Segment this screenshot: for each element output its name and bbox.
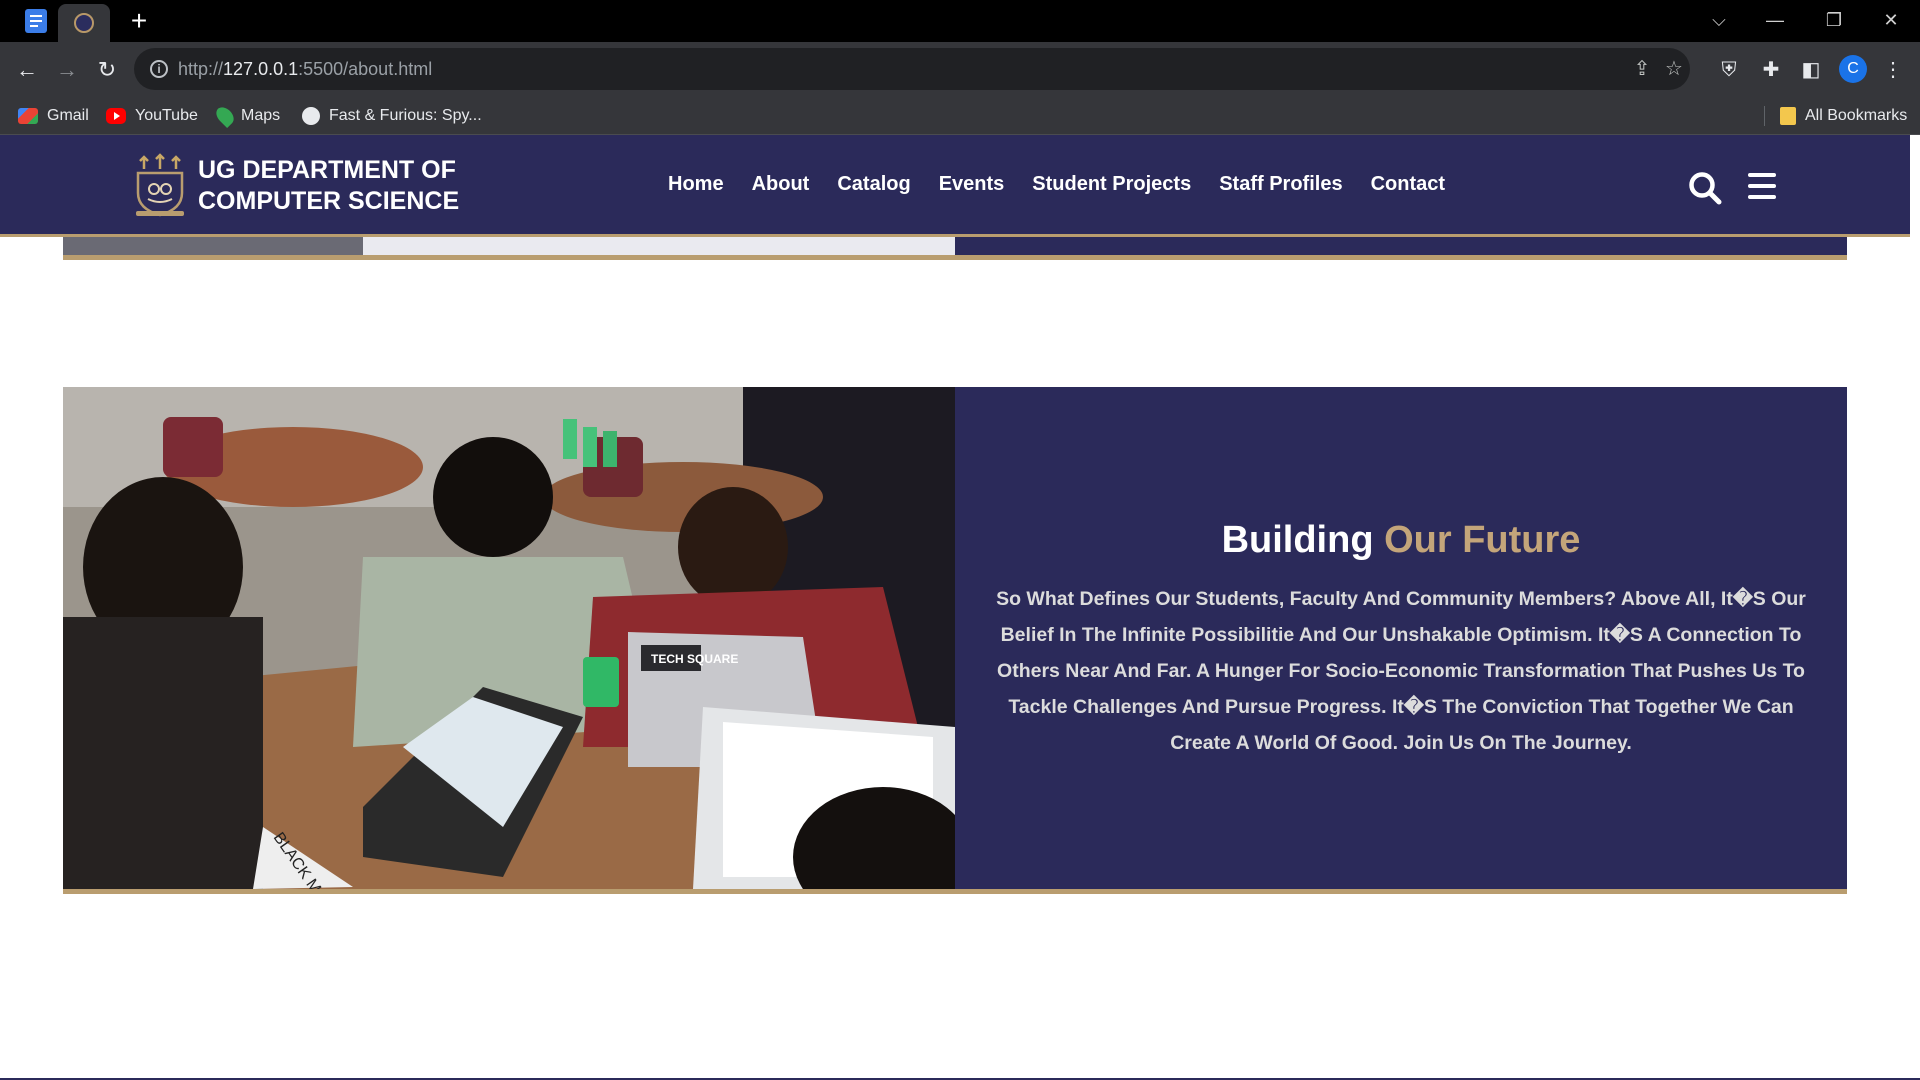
browser-toolbar: ← → ↻ i http://127.0.0.1:5500/about.html…: [0, 42, 1920, 97]
back-button[interactable]: ←: [10, 53, 44, 87]
forward-button[interactable]: →: [50, 53, 84, 87]
bookmarks-divider: [1764, 106, 1765, 126]
feature-body-text: So What Defines Our Students, Faculty An…: [996, 588, 1806, 754]
building-future-section: TECH SQUARE BLACK ME Building Our Future…: [63, 387, 1847, 889]
feature-heading-plain: Building: [1221, 519, 1385, 561]
docs-icon: [25, 9, 47, 33]
site-info-icon[interactable]: i: [150, 60, 168, 78]
bookmark-gmail[interactable]: Gmail: [18, 97, 89, 135]
tab-search-chevron-icon[interactable]: ⌵: [1690, 0, 1748, 40]
nav-student-projects[interactable]: Student Projects: [1032, 169, 1191, 199]
new-tab-button[interactable]: +: [124, 6, 154, 36]
share-icon[interactable]: ⇪: [1630, 57, 1654, 81]
page-viewport: UG DEPARTMENT OF COMPUTER SCIENCE Home A…: [0, 135, 1920, 1080]
nav-events[interactable]: Events: [939, 169, 1005, 199]
site-brand[interactable]: UG DEPARTMENT OF COMPUTER SCIENCE: [198, 155, 459, 217]
nav-about[interactable]: About: [752, 169, 810, 199]
main-nav: Home About Catalog Events Student Projec…: [668, 169, 1445, 199]
bookmark-label: Maps: [241, 107, 281, 124]
bookmark-label: YouTube: [135, 107, 198, 124]
all-bookmarks-label: All Bookmarks: [1805, 107, 1908, 124]
browser-menu-icon[interactable]: ⋮: [1880, 57, 1906, 83]
url-scheme: http://: [178, 59, 224, 79]
laptop-sticker-text: TECH SQUARE: [651, 652, 738, 666]
bookmark-maps[interactable]: Maps: [212, 97, 281, 135]
youtube-icon: [106, 108, 126, 124]
shield-extension-icon[interactable]: ⛨: [1716, 57, 1742, 83]
side-panel-icon[interactable]: ◧: [1798, 57, 1824, 83]
bookmark-star-icon[interactable]: ☆: [1662, 57, 1686, 81]
bookmarks-bar: Gmail YouTube Maps Fast & Furious: Spy..…: [0, 97, 1920, 135]
nav-contact[interactable]: Contact: [1371, 169, 1445, 199]
reload-button[interactable]: ↻: [90, 53, 124, 87]
url-host: 127.0.0.1: [223, 59, 299, 79]
bookmark-label: Fast & Furious: Spy...: [329, 107, 482, 124]
maps-icon: [212, 103, 238, 129]
brand-line-1: UG DEPARTMENT OF: [198, 156, 456, 184]
profile-avatar[interactable]: C: [1839, 55, 1867, 83]
nav-staff-profiles[interactable]: Staff Profiles: [1219, 169, 1342, 199]
feature-text-panel: Building Our Future So What Defines Our …: [955, 387, 1847, 889]
brand-line-2: COMPUTER SCIENCE: [198, 187, 460, 215]
restore-button[interactable]: ❐: [1805, 0, 1863, 40]
bookmark-label: Gmail: [47, 107, 89, 124]
feature-heading: Building Our Future: [955, 519, 1847, 562]
students-working-photo: TECH SQUARE BLACK ME: [63, 387, 955, 889]
close-window-button[interactable]: ✕: [1862, 0, 1920, 40]
globe-icon: [302, 107, 320, 125]
site-favicon-icon: [74, 13, 94, 33]
site-header: UG DEPARTMENT OF COMPUTER SCIENCE Home A…: [0, 135, 1910, 237]
address-bar[interactable]: i http://127.0.0.1:5500/about.html ⇪ ☆: [134, 48, 1690, 90]
bookmark-youtube[interactable]: YouTube: [106, 97, 198, 135]
url-path: :5500/about.html: [298, 59, 433, 79]
nav-home[interactable]: Home: [668, 169, 724, 199]
nav-catalog[interactable]: Catalog: [837, 169, 910, 199]
tab-google-docs[interactable]: [14, 6, 58, 36]
hamburger-menu-icon[interactable]: [1748, 173, 1776, 199]
url-text[interactable]: http://127.0.0.1:5500/about.html: [178, 48, 432, 90]
minimize-button[interactable]: —: [1746, 0, 1804, 40]
extensions-puzzle-icon[interactable]: ✚: [1758, 57, 1784, 83]
university-crest-logo[interactable]: [132, 153, 188, 217]
feature-section-divider: [63, 889, 1847, 894]
search-icon[interactable]: [1688, 171, 1722, 205]
previous-section-divider: [63, 255, 1847, 260]
previous-section-image: [63, 235, 955, 255]
tab-active-site[interactable]: [58, 4, 110, 42]
bookmark-fast-furious[interactable]: Fast & Furious: Spy...: [302, 97, 482, 135]
all-bookmarks-folder[interactable]: All Bookmarks: [1780, 97, 1907, 135]
folder-icon: [1780, 107, 1796, 125]
browser-tab-bar: + ⌵ — ❐ ✕: [0, 0, 1920, 42]
feature-heading-accent: Our Future: [1384, 519, 1581, 561]
gmail-icon: [18, 108, 38, 124]
